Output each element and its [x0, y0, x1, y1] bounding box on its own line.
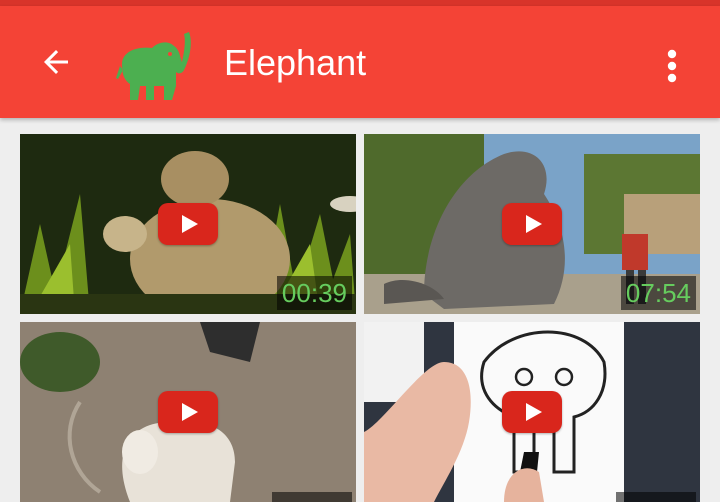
- app-bar: Elephant: [0, 6, 720, 118]
- video-duration: [616, 492, 696, 502]
- video-card[interactable]: [20, 322, 356, 502]
- video-grid: 00:39 07:54: [20, 134, 700, 502]
- overflow-menu-button[interactable]: [652, 38, 692, 94]
- elephant-icon: [116, 32, 191, 100]
- video-duration: 07:54: [620, 276, 696, 310]
- video-duration: [272, 492, 352, 502]
- play-button[interactable]: [158, 203, 218, 245]
- video-card[interactable]: 00:39: [20, 134, 356, 314]
- more-vert-icon: [667, 49, 677, 83]
- video-duration: 00:39: [276, 276, 352, 310]
- page-title: Elephant: [224, 42, 367, 83]
- play-button[interactable]: [502, 203, 562, 245]
- video-card[interactable]: 07:54: [364, 134, 700, 314]
- arrow-back-icon: [44, 50, 68, 74]
- back-button[interactable]: [30, 36, 82, 88]
- play-button[interactable]: [502, 391, 562, 433]
- video-card[interactable]: [364, 322, 700, 502]
- play-button[interactable]: [158, 391, 218, 433]
